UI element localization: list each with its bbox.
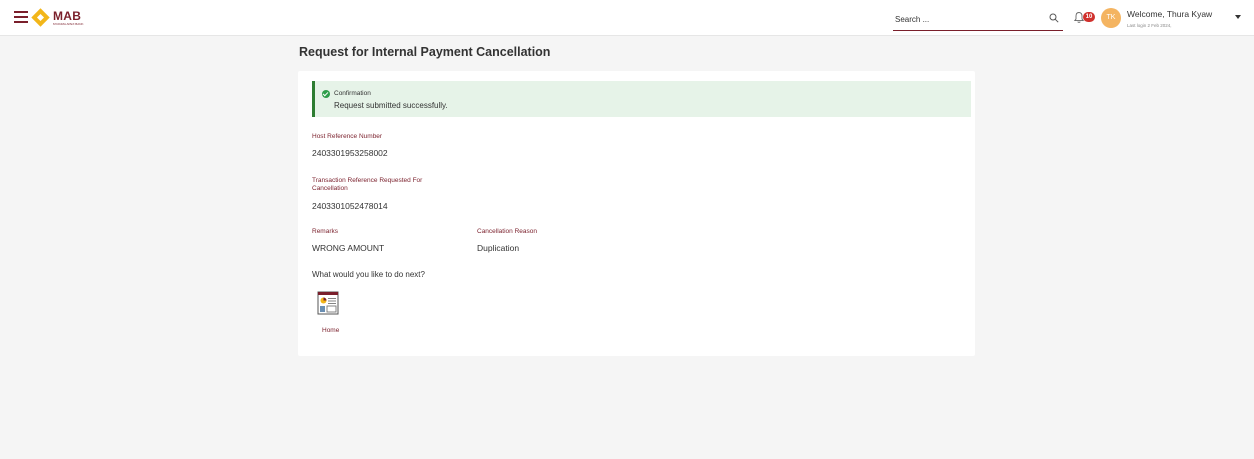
home-label: Home xyxy=(322,327,340,334)
host-reference-value: 2403301953258002 xyxy=(312,148,388,158)
cancellation-reason-label: Cancellation Reason xyxy=(477,228,537,235)
logo-diamond-icon xyxy=(32,9,50,27)
result-card: Confirmation Request submitted successfu… xyxy=(298,71,975,356)
host-reference-label: Host Reference Number xyxy=(312,133,383,140)
remarks-label: Remarks xyxy=(312,228,339,235)
dashboard-icon xyxy=(317,291,339,315)
top-bar: MAB MYANMA APEX BANK 10 TK Welcome, Thur… xyxy=(0,0,1254,36)
welcome-text[interactable]: Welcome, Thura Kyaw xyxy=(1127,9,1212,19)
home-button[interactable]: Home xyxy=(312,289,352,339)
logo-tagline: MYANMA APEX BANK xyxy=(53,22,84,26)
confirmation-title: Confirmation xyxy=(334,90,371,97)
logo-text: MAB xyxy=(53,9,82,23)
search-icon[interactable] xyxy=(1049,13,1059,23)
bank-logo[interactable]: MAB MYANMA APEX BANK xyxy=(32,8,83,28)
transaction-reference-value: 2403301052478014 xyxy=(312,201,388,211)
notification-count-badge: 10 xyxy=(1083,12,1095,22)
menu-icon[interactable] xyxy=(14,11,28,23)
next-steps-question: What would you like to do next? xyxy=(312,270,425,279)
search-input[interactable] xyxy=(893,9,1033,30)
success-check-icon xyxy=(322,90,330,98)
confirmation-message: Request submitted successfully. xyxy=(334,101,448,110)
last-login-text: Last login 2 Feb 2024, xyxy=(1127,23,1172,28)
confirmation-banner: Confirmation Request submitted successfu… xyxy=(312,81,971,117)
transaction-reference-label: Transaction Reference Requested For Canc… xyxy=(312,177,423,192)
remarks-value: WRONG AMOUNT xyxy=(312,243,385,253)
cancellation-reason-value: Duplication xyxy=(477,243,520,253)
user-avatar[interactable]: TK xyxy=(1101,8,1121,28)
caret-down-icon[interactable] xyxy=(1235,15,1241,19)
page-title: Request for Internal Payment Cancellatio… xyxy=(299,45,551,59)
search-box xyxy=(893,9,1063,31)
